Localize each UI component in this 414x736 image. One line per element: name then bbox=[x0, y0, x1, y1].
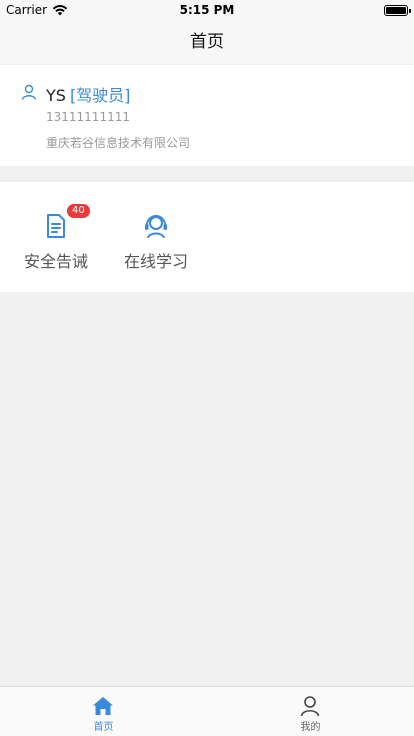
tab-mine-label: 我的 bbox=[300, 722, 321, 733]
safety-warning-label: 安全告诫 bbox=[23, 252, 88, 271]
status-time: 5:15 PM bbox=[179, 3, 235, 17]
battery-tip bbox=[409, 9, 411, 13]
battery-icon bbox=[384, 5, 411, 16]
safety-warning-button[interactable]: 40 安全告诫 bbox=[6, 182, 106, 292]
online-learning-button[interactable]: 在线学习 bbox=[106, 182, 206, 292]
unread-badge: 40 bbox=[67, 204, 90, 218]
tab-home-label: 首页 bbox=[93, 722, 114, 733]
home-icon bbox=[93, 697, 113, 715]
user-icon bbox=[300, 696, 320, 717]
headset-user-icon bbox=[145, 215, 167, 239]
status-bar: Carrier 5:15 PM bbox=[0, 0, 414, 20]
function-panel: 40 安全告诫 在线学习 bbox=[0, 182, 414, 292]
user-company: 重庆若谷信息技术有限公司 bbox=[46, 136, 191, 150]
tab-home[interactable]: 首页 bbox=[0, 687, 207, 736]
user-role: [驾驶员] bbox=[69, 86, 131, 105]
user-icon bbox=[21, 84, 37, 100]
user-phone: 13111111111 bbox=[46, 110, 130, 124]
page-title: 首页 bbox=[190, 32, 224, 52]
document-icon bbox=[47, 214, 65, 238]
online-learning-label: 在线学习 bbox=[123, 252, 188, 271]
tab-mine[interactable]: 我的 bbox=[207, 687, 414, 736]
screen: Carrier 5:15 PM 首页 YS [驾驶员] 13111111111 重… bbox=[0, 0, 414, 736]
nav-bar: 首页 bbox=[0, 20, 414, 64]
battery-fill bbox=[386, 7, 406, 14]
tab-bar: 首页 我的 bbox=[0, 686, 414, 736]
profile-card[interactable]: YS [驾驶员] 13111111111 重庆若谷信息技术有限公司 bbox=[0, 65, 414, 166]
user-name: YS bbox=[46, 86, 66, 105]
user-name-line: YS [驾驶员] bbox=[46, 82, 130, 106]
